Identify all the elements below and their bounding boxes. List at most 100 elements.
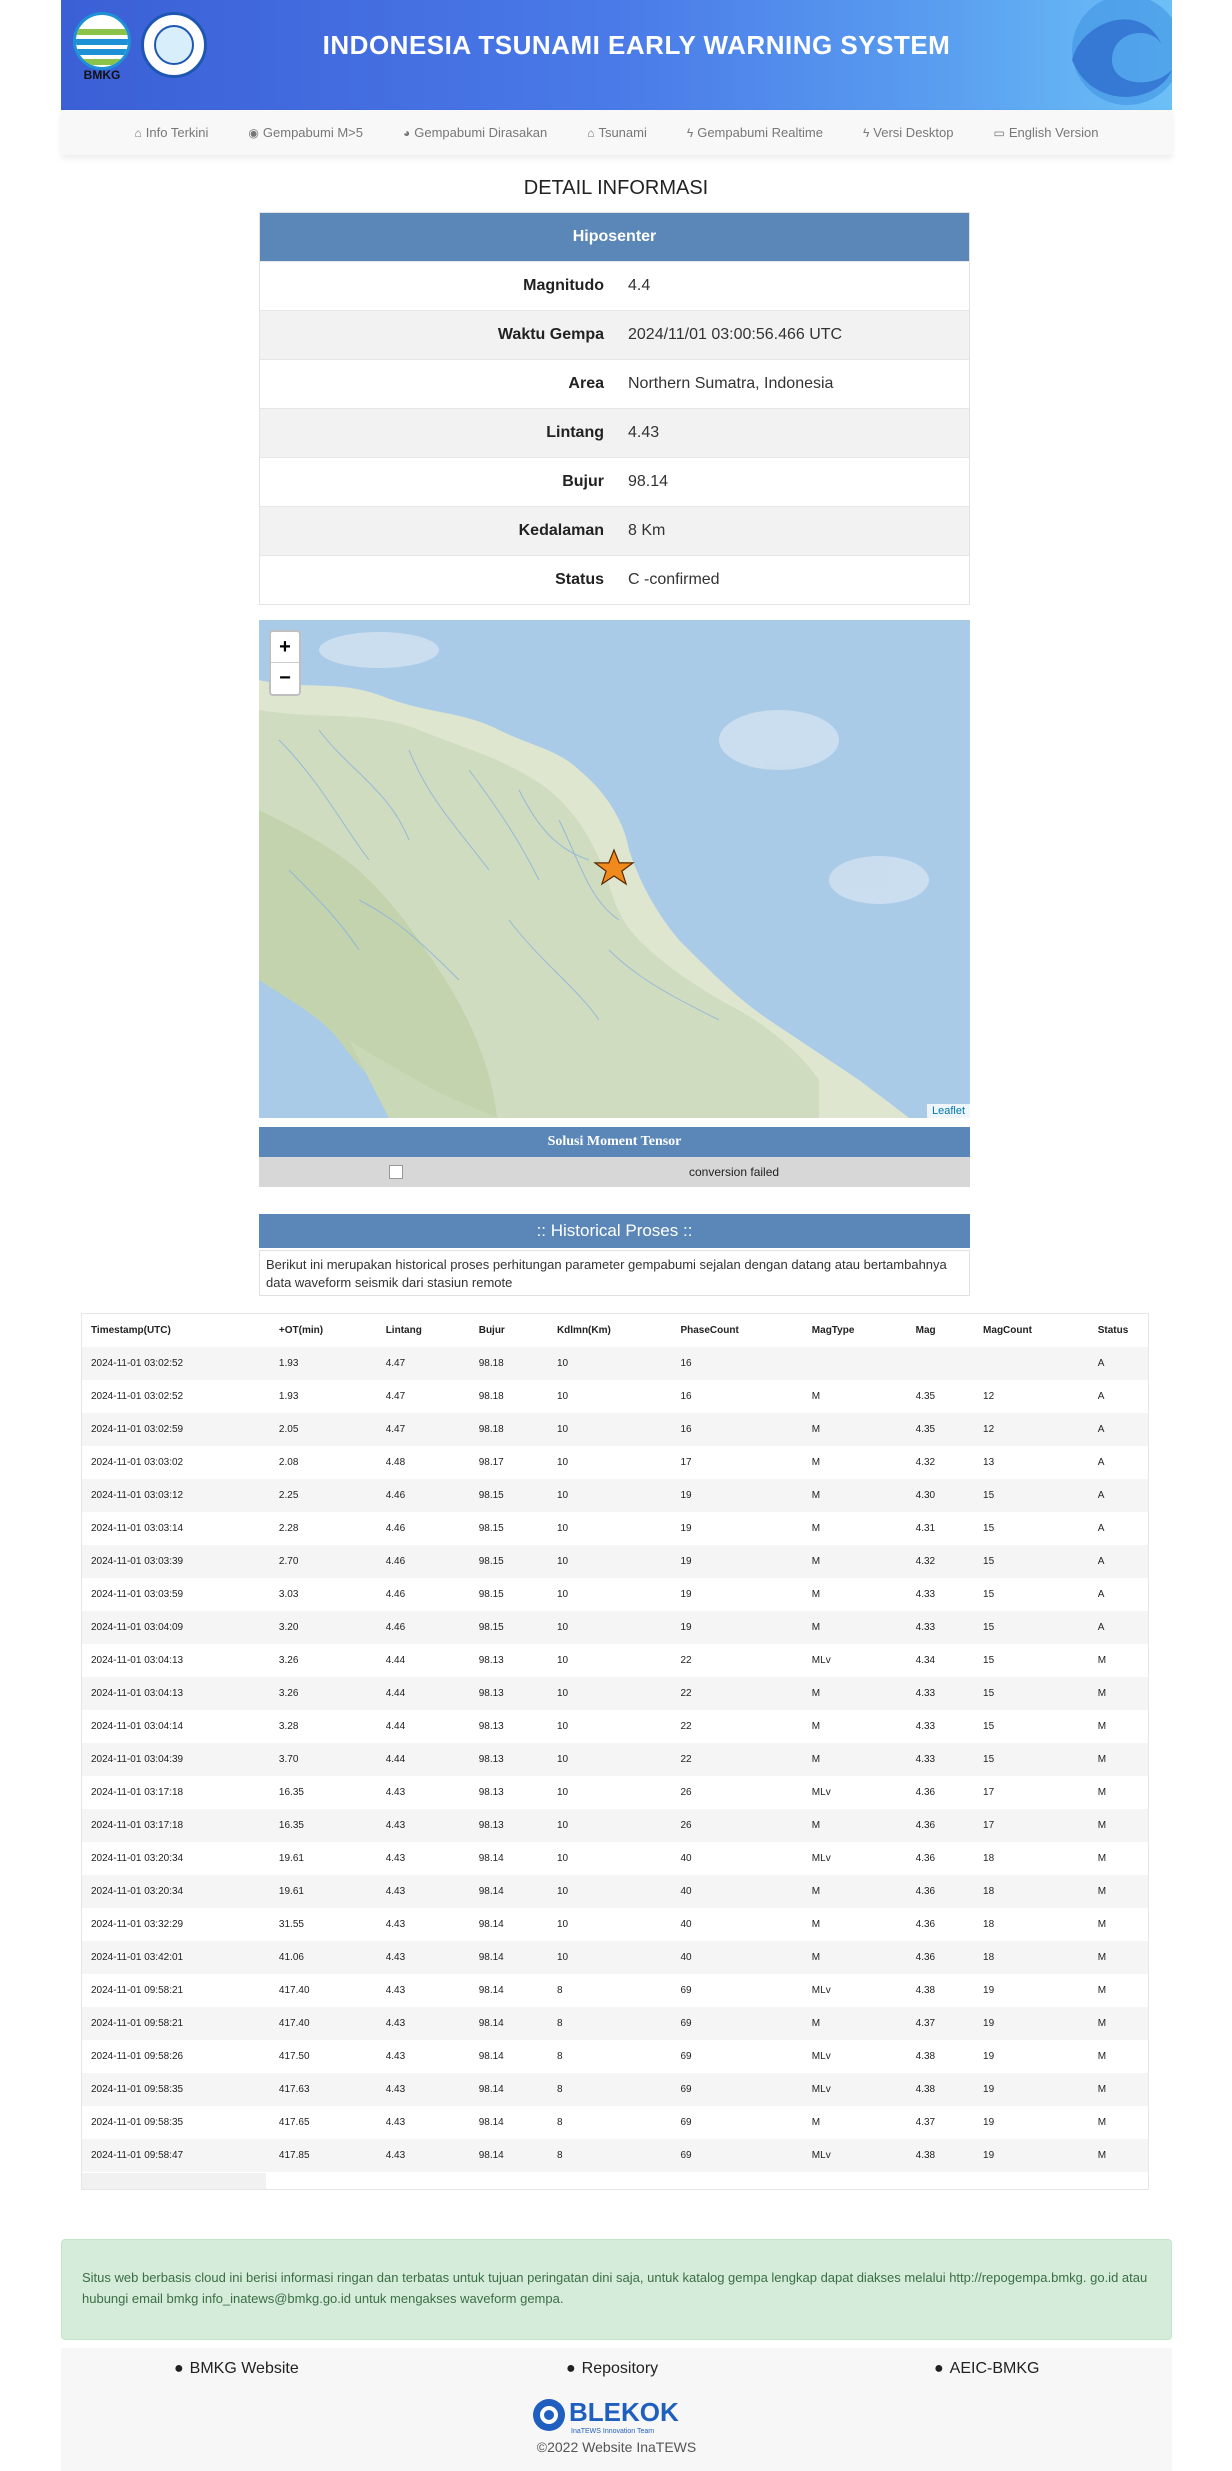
table-cell: A xyxy=(1097,1490,1105,1501)
zoom-in-button[interactable]: + xyxy=(271,632,299,663)
table-cell: 10 xyxy=(556,1523,569,1534)
table-cell: 98.13 xyxy=(478,1787,504,1798)
historical-table-container[interactable]: Timestamp(UTC) +OT(min) Lintang Bujur Kdlmn(… xyxy=(81,1313,1149,2190)
table-cell: 4.46 xyxy=(385,1556,406,1567)
table-row: 2024-11-01 03:04:14 3.28 4.44 98.13 10 22 M 4.3… xyxy=(82,1710,1148,1743)
table-cell: 2.28 xyxy=(278,1523,299,1534)
footer-link-repository[interactable]: ● Repository xyxy=(566,2360,658,2378)
table-cell: M xyxy=(811,1391,821,1402)
table-cell: 4.43 xyxy=(385,1853,406,1864)
horizontal-scrollbar[interactable] xyxy=(82,2173,266,2189)
table-cell: 10 xyxy=(556,1490,569,1501)
table-cell: 417.40 xyxy=(278,1985,310,1996)
table-cell: 4.43 xyxy=(385,1787,406,1798)
table-cell: 10 xyxy=(556,1424,569,1435)
table-cell: 4.47 xyxy=(385,1424,406,1435)
nav-gempabumi-realtime[interactable]: ϟ Gempabumi Realtime xyxy=(667,125,843,140)
column-header[interactable]: Bujur xyxy=(470,1314,548,1347)
hypocenter-value: 4.4 xyxy=(628,277,651,294)
broken-image-icon xyxy=(389,1165,403,1179)
table-cell: 10 xyxy=(556,1556,569,1567)
table-cell: 8 xyxy=(556,1985,563,1996)
hypocenter-row-bujur: Bujur 98.14 xyxy=(260,457,969,506)
nav-versi-desktop[interactable]: ϟ Versi Desktop xyxy=(843,125,974,140)
table-cell: M xyxy=(811,1820,821,1831)
language-icon: ▭ xyxy=(993,125,1005,140)
column-header[interactable]: MagType xyxy=(803,1314,907,1347)
table-cell: 12 xyxy=(983,1424,995,1435)
hypocenter-value: 2024/11/01 03:00:56.466 UTC xyxy=(628,326,843,343)
table-cell: 2024-11-01 03:04:13 xyxy=(91,1655,184,1666)
column-header[interactable]: PhaseCount xyxy=(671,1314,802,1347)
table-cell: 16.35 xyxy=(278,1820,304,1831)
hypocenter-row-waktu-gempa: Waktu Gempa 2024/11/01 03:00:56.466 UTC xyxy=(260,310,969,359)
table-row: 2024-11-01 03:04:39 3.70 4.44 98.13 10 22 M 4.3… xyxy=(82,1743,1148,1776)
table-cell: 22 xyxy=(680,1655,692,1666)
table-cell: 2024-11-01 03:04:39 xyxy=(91,1754,184,1765)
nav-info-terkini[interactable]: ⌂ Info Terkini xyxy=(115,125,229,140)
table-cell: 2024-11-01 03:03:59 xyxy=(91,1589,184,1600)
table-row: 2024-11-01 03:17:18 16.35 4.43 98.13 10 26 M 4.… xyxy=(82,1809,1148,1842)
table-cell: 16 xyxy=(680,1391,692,1402)
moment-tensor-heading: Solusi Moment Tensor xyxy=(259,1127,970,1157)
column-header[interactable]: +OT(min) xyxy=(270,1314,377,1347)
table-cell: 4.35 xyxy=(915,1391,936,1402)
table-cell: 15 xyxy=(983,1490,995,1501)
column-header[interactable]: Timestamp(UTC) xyxy=(82,1314,270,1347)
column-header[interactable]: Status xyxy=(1089,1314,1148,1347)
table-cell: M xyxy=(811,1589,821,1600)
table-cell: 3.70 xyxy=(278,1754,299,1765)
table-cell: 69 xyxy=(680,1985,692,1996)
table-cell: 19 xyxy=(680,1523,692,1534)
column-header[interactable]: Kdlmn(Km) xyxy=(548,1314,672,1347)
table-row: 2024-11-01 03:04:13 3.26 4.44 98.13 10 22 MLv 4… xyxy=(82,1644,1148,1677)
table-cell: M xyxy=(811,1688,821,1699)
leaflet-attribution-link[interactable]: Leaflet xyxy=(926,1104,970,1118)
table-cell: 98.13 xyxy=(478,1754,504,1765)
footer-link-bmkg[interactable]: ● BMKG Website xyxy=(174,2360,299,2378)
table-cell: 4.33 xyxy=(915,1622,936,1633)
nav-gempabumi-m5[interactable]: ◉ Gempabumi M>5 xyxy=(228,125,383,140)
table-cell: 4.38 xyxy=(915,2084,936,2095)
table-cell: 19 xyxy=(983,2150,995,2161)
nav-gempabumi-dirasakan[interactable]: ◕ Gempabumi Dirasakan xyxy=(383,125,567,140)
table-cell: 10 xyxy=(556,1688,569,1699)
home-icon: ⌂ xyxy=(587,125,595,140)
nav-english-version[interactable]: ▭ English Version xyxy=(974,125,1119,140)
footer-link-label: AEIC-BMKG xyxy=(949,2360,1040,2377)
table-cell: 2024-11-01 03:02:59 xyxy=(91,1424,184,1435)
column-header[interactable]: Mag xyxy=(907,1314,974,1347)
table-cell: 4.38 xyxy=(915,2051,936,2062)
table-cell: 98.15 xyxy=(478,1622,504,1633)
site-title: INDONESIA TSUNAMI EARLY WARNING SYSTEM xyxy=(322,30,951,60)
table-row: 2024-11-01 03:02:52 1.93 4.47 98.18 10 16 A xyxy=(82,1347,1148,1380)
table-cell: 4.43 xyxy=(385,1886,406,1897)
table-cell: MLv xyxy=(811,2084,831,2095)
table-cell: M xyxy=(1097,2150,1107,2161)
epicenter-map[interactable]: + − Leaflet xyxy=(259,620,970,1118)
zoom-out-button[interactable]: − xyxy=(271,663,299,694)
table-cell: 19 xyxy=(983,2018,995,2029)
column-header[interactable]: Lintang xyxy=(377,1314,470,1347)
footer-link-label: BMKG Website xyxy=(189,2360,299,2377)
column-header[interactable]: MagCount xyxy=(974,1314,1089,1347)
table-cell: 98.14 xyxy=(478,2018,504,2029)
hypocenter-label: Status xyxy=(555,571,604,588)
table-cell: 98.18 xyxy=(478,1358,504,1369)
table-cell: M xyxy=(811,1952,821,1963)
table-cell: 98.14 xyxy=(478,1853,504,1864)
footer-link-aeic[interactable]: ● AEIC-BMKG xyxy=(934,2360,1039,2378)
historical-description: Berikut ini merupakan historical proses … xyxy=(259,1250,970,1296)
table-cell: 4.43 xyxy=(385,2117,406,2128)
nav-label: Info Terkini xyxy=(145,125,209,140)
table-row: 2024-11-01 03:03:14 2.28 4.46 98.15 10 19 M 4.3… xyxy=(82,1512,1148,1545)
table-cell: 4.43 xyxy=(385,2084,406,2095)
table-cell: 4.36 xyxy=(915,1952,936,1963)
table-cell: 1.93 xyxy=(278,1391,299,1402)
nav-tsunami[interactable]: ⌂ Tsunami xyxy=(567,125,667,140)
table-cell: 26 xyxy=(680,1787,692,1798)
table-cell: M xyxy=(1097,1754,1107,1765)
table-cell: 98.18 xyxy=(478,1424,504,1435)
table-row: 2024-11-01 09:58:35 417.65 4.43 98.14 8 69 M 4.… xyxy=(82,2106,1148,2139)
table-cell: 2024-11-01 09:58:35 xyxy=(91,2117,184,2128)
